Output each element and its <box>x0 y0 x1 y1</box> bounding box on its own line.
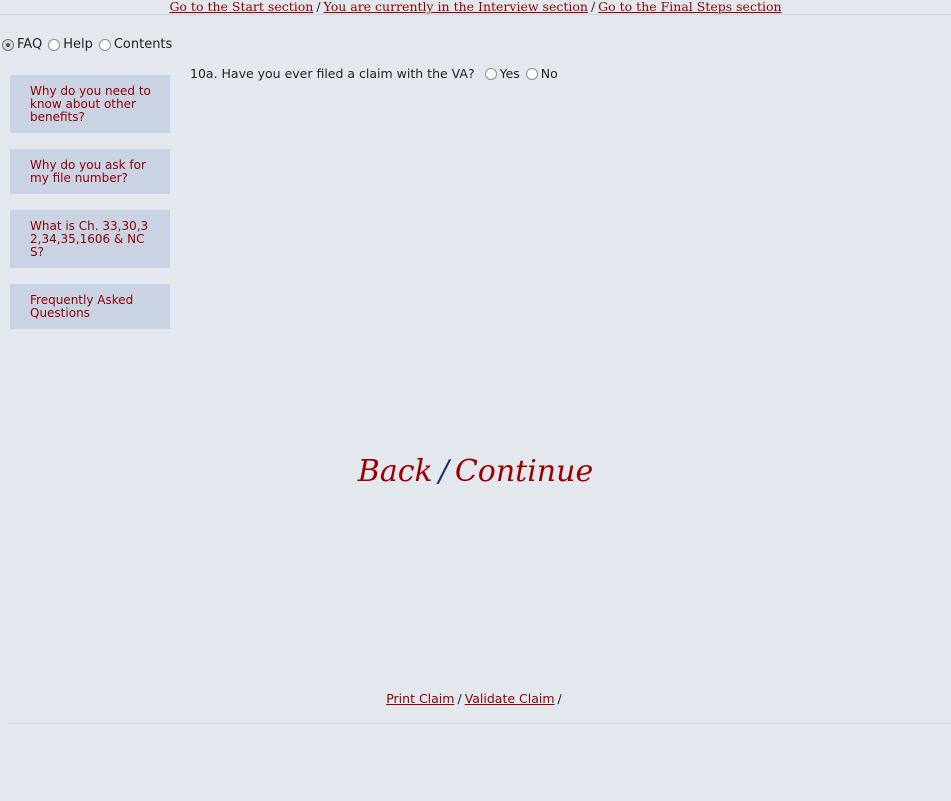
option-no-label: No <box>540 66 558 81</box>
continue-link[interactable]: Continue <box>455 454 593 489</box>
separator: / <box>557 691 562 706</box>
faq-item-chapters[interactable]: What is Ch. 33,30,32,34,35,1606 & NCS? <box>10 210 170 268</box>
bottom-divider <box>8 723 951 724</box>
separator: / <box>438 454 449 489</box>
question-10a: 10a. Have you ever filed a claim with th… <box>190 66 564 81</box>
tab-contents-label: Contents <box>113 37 173 52</box>
faq-item-file-number[interactable]: Why do you ask for my file number? <box>10 149 170 194</box>
option-yes[interactable]: Yes <box>484 66 524 81</box>
tab-contents[interactable]: Contents <box>98 37 173 52</box>
option-no[interactable]: No <box>525 66 562 81</box>
back-link[interactable]: Back <box>358 454 433 489</box>
radio-contents[interactable] <box>98 38 111 51</box>
tab-help-label: Help <box>63 37 93 52</box>
top-divider <box>0 14 951 15</box>
radio-faq[interactable] <box>2 38 14 51</box>
validate-claim-link[interactable]: Validate Claim <box>465 691 555 706</box>
side-panel-tabs: FAQ Help Contents <box>2 37 178 52</box>
tab-faq-label: FAQ <box>17 37 43 52</box>
start-section-link[interactable]: Go to the Start section <box>169 0 313 14</box>
bottom-navigation: Print Claim / Validate Claim / <box>0 691 951 706</box>
top-navigation: Go to the Start section / You are currentl… <box>0 0 951 14</box>
page-navigation: Back / Continue <box>0 452 951 492</box>
faq-item-other-benefits[interactable]: Why do you need to know about other bene… <box>10 75 170 133</box>
radio-yes[interactable] <box>484 67 497 80</box>
question-text: 10a. Have you ever filed a claim with th… <box>190 66 475 81</box>
interview-section-link[interactable]: You are currently in the Interview secti… <box>324 0 588 14</box>
radio-no[interactable] <box>525 67 538 80</box>
final-steps-section-link[interactable]: Go to the Final Steps section <box>598 0 781 14</box>
tab-help[interactable]: Help <box>48 37 93 52</box>
tab-faq[interactable]: FAQ <box>2 37 42 52</box>
separator: / <box>590 0 596 14</box>
separator: / <box>457 691 462 706</box>
radio-help[interactable] <box>48 38 61 51</box>
option-yes-label: Yes <box>499 66 520 81</box>
print-claim-link[interactable]: Print Claim <box>386 691 454 706</box>
faq-item-frequently-asked[interactable]: Frequently Asked Questions <box>10 284 170 329</box>
separator: / <box>316 0 321 14</box>
